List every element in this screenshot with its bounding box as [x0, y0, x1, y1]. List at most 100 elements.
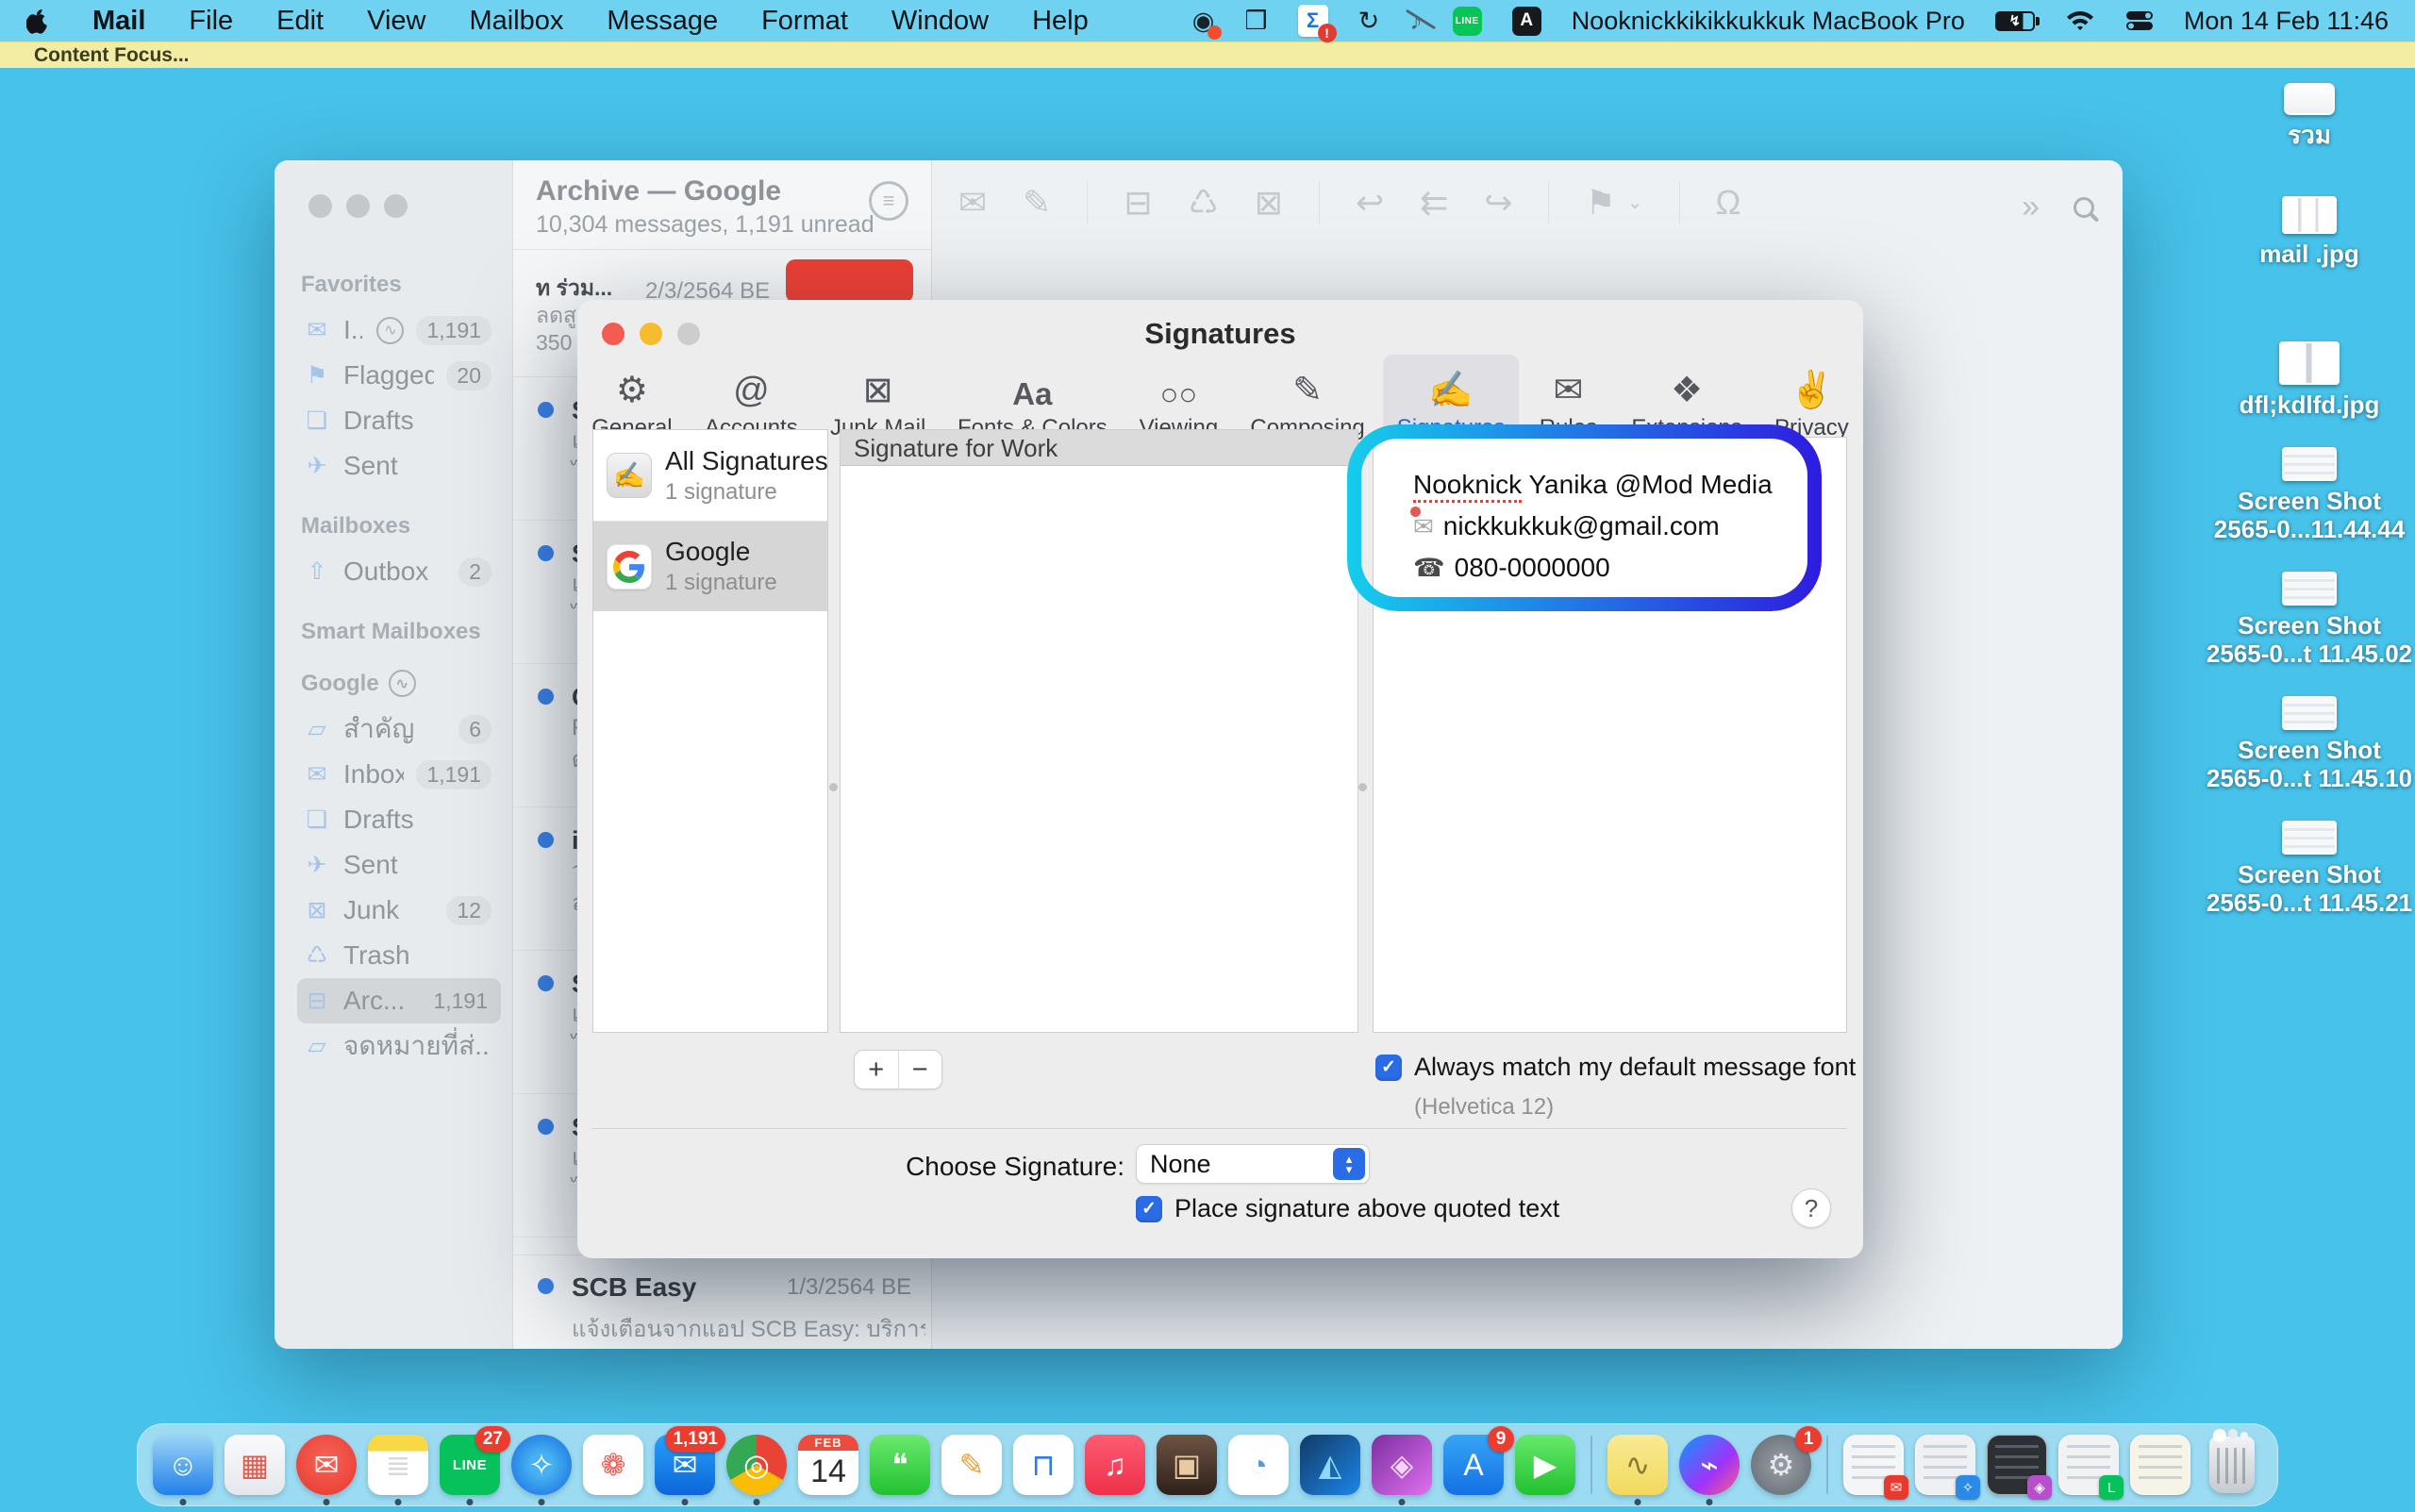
signature-group-google[interactable]: Google 1 signature — [593, 521, 827, 611]
desktop-file-screenshot-3[interactable]: Screen Shot 2565-0...t 11.45.10 — [2207, 696, 2412, 792]
dock-min-window-line[interactable]: L — [2058, 1435, 2119, 1495]
sidebar-item-junk[interactable]: ⊠ Junk 12 — [297, 888, 501, 933]
dock-min-window-notes[interactable] — [2130, 1435, 2190, 1495]
layers-status-icon[interactable]: ❒ — [1244, 7, 1267, 36]
minimize-button[interactable] — [346, 194, 370, 218]
desktop-file-screenshot-4[interactable]: Screen Shot 2565-0...t 11.45.21 — [2207, 821, 2412, 917]
battery-icon[interactable]: ↯ — [1995, 11, 2035, 31]
dock-min-window-gmail[interactable]: ✉ — [1843, 1435, 1904, 1495]
message-row-scb-easy[interactable]: SCB Easy 1/3/2564 BE แจ้งเตือนจากแอป SCB… — [513, 1254, 931, 1349]
dock-pages[interactable]: ✎ — [941, 1435, 1002, 1495]
dock-notes[interactable]: ≣ — [368, 1435, 428, 1495]
menu-item[interactable]: Help — [1032, 6, 1089, 37]
flag-icon[interactable]: ⚑ — [1585, 186, 1615, 220]
sidebar-item-sent[interactable]: ✈ Sent — [297, 842, 501, 888]
forward-icon[interactable]: ↪ — [1484, 186, 1512, 220]
sidebar-item-trash[interactable]: ♺ Trash — [297, 933, 501, 978]
get-mail-icon[interactable]: ✉ — [958, 186, 987, 220]
menu-item[interactable]: Format — [761, 6, 848, 37]
panel-resize-handle[interactable] — [1358, 783, 1367, 791]
panel-resize-handle[interactable] — [829, 783, 838, 791]
zoom-button[interactable] — [384, 194, 408, 218]
desktop-file-ruam[interactable]: รวม — [2284, 83, 2335, 149]
sidebar-item-archive[interactable]: ⊟ Arc... 1,191 — [297, 978, 501, 1023]
toolbar-overflow-icon[interactable]: » — [2022, 189, 2040, 225]
dock-photo-booth[interactable]: ▣ — [1157, 1435, 1217, 1495]
dock-app-store[interactable]: A 9 — [1443, 1435, 1504, 1495]
wifi-icon[interactable] — [2065, 9, 2095, 32]
sidebar-item-drafts-favorite[interactable]: ❏ Drafts — [297, 398, 501, 443]
sidebar-item-sent-mail-thai[interactable]: ▱ จดหมายที่ส่... — [297, 1023, 501, 1069]
desktop-file-screenshot-1[interactable]: Screen Shot 2565-0...11.44.44 — [2214, 447, 2405, 543]
dock-finder[interactable]: ☺ — [153, 1435, 213, 1495]
input-source-icon[interactable]: A — [1512, 7, 1541, 36]
sync-app-status-icon[interactable]: Σ ! — [1298, 5, 1328, 37]
menu-item[interactable]: File — [189, 6, 233, 37]
dock-messenger[interactable]: ⌁ — [1679, 1435, 1740, 1495]
search-icon[interactable] — [2074, 197, 2094, 218]
dock-chrome[interactable]: ◎ — [726, 1435, 787, 1495]
screen-record-status-icon[interactable]: ◉ — [1192, 7, 1215, 36]
mute-icon[interactable]: ♪ — [1409, 7, 1423, 36]
flag-chevron-icon[interactable]: ⌄ — [1627, 193, 1643, 212]
sidebar-item-inbox[interactable]: ✉ Inbox 1,191 — [297, 752, 501, 797]
dock-keynote[interactable]: ⊓ — [1013, 1435, 1074, 1495]
delete-swipe-action[interactable] — [786, 259, 913, 303]
notifications-bell-icon[interactable]: Ω — [1716, 186, 1741, 220]
dock-photos[interactable]: ❁ — [583, 1435, 643, 1495]
close-button[interactable] — [308, 194, 332, 218]
sidebar-item-sent-favorite[interactable]: ✈ Sent — [297, 443, 501, 489]
sidebar-item-flagged[interactable]: ⚑ Flagged 20 — [297, 353, 501, 398]
place-signature-checkbox[interactable]: ✓ — [1136, 1196, 1162, 1222]
junk-icon[interactable]: ⊠ — [1255, 186, 1283, 220]
dock-min-window-affinity[interactable]: ◈ — [1987, 1435, 2047, 1495]
compose-icon[interactable]: ✎ — [1023, 186, 1051, 220]
trash-icon[interactable] — [2202, 1435, 2262, 1495]
add-signature-button[interactable]: + — [855, 1051, 899, 1088]
menu-app-name[interactable]: Mail — [92, 6, 145, 37]
sync-status-icon[interactable]: ∿ — [389, 670, 416, 697]
dock-music[interactable]: ♫ — [1085, 1435, 1145, 1495]
signature-name[interactable]: Signature for Work — [841, 430, 1357, 466]
dock-system-settings[interactable]: ⚙ 1 — [1751, 1435, 1811, 1495]
remove-signature-button[interactable]: − — [899, 1051, 942, 1088]
menu-item[interactable]: Mailbox — [469, 6, 563, 37]
dock-preview[interactable]: ◔ — [1228, 1435, 1289, 1495]
dock-safari[interactable]: ✧ — [511, 1435, 572, 1495]
sidebar-item-important[interactable]: ▱ สำคัญ 6 — [297, 706, 501, 752]
menu-item[interactable]: View — [367, 6, 425, 37]
apple-menu-icon[interactable] — [26, 8, 49, 34]
dock-launchpad[interactable]: ▦ — [225, 1435, 285, 1495]
sync-spinner-icon[interactable]: ↻ — [1358, 7, 1380, 36]
menu-item[interactable]: Edit — [276, 6, 324, 37]
dock-gmail[interactable]: ✉ — [296, 1435, 357, 1495]
menu-clock[interactable]: Mon 14 Feb 11:46 — [2184, 7, 2389, 36]
choose-signature-dropdown[interactable]: None ▴▾ — [1136, 1144, 1370, 1184]
desktop-file-dflkdlfd-jpg[interactable]: dfl;kdlfd.jpg — [2240, 341, 2380, 419]
filter-icon[interactable]: ≡ — [869, 181, 908, 221]
dock-affinity-designer[interactable]: ◭ — [1300, 1435, 1360, 1495]
reply-icon[interactable]: ↩ — [1356, 186, 1384, 220]
archive-icon[interactable]: ⊟ — [1124, 186, 1152, 220]
help-button[interactable]: ? — [1791, 1188, 1831, 1228]
menu-item[interactable]: Window — [891, 6, 989, 37]
trash-icon[interactable]: ♺ — [1189, 186, 1219, 220]
match-font-checkbox[interactable]: ✓ — [1375, 1055, 1402, 1081]
sidebar-item-outbox[interactable]: ⇧ Outbox 2 — [297, 549, 501, 594]
dock-line[interactable]: LINE 27 — [440, 1435, 500, 1495]
dock-messages[interactable]: ❝ — [870, 1435, 930, 1495]
dock-min-window-safari[interactable]: ✧ — [1915, 1435, 1975, 1495]
dock-calendar[interactable]: FEB 14 — [798, 1435, 858, 1495]
dock-facetime[interactable]: ▶ — [1515, 1435, 1575, 1495]
dock-stickies[interactable]: ∿ — [1607, 1435, 1668, 1495]
dock-mail[interactable]: ✉ 1,191 — [655, 1435, 715, 1495]
desktop-file-screenshot-2[interactable]: Screen Shot 2565-0...t 11.45.02 — [2207, 572, 2412, 668]
control-center-icon[interactable] — [2125, 10, 2154, 31]
reply-all-icon[interactable]: ⇇ — [1420, 186, 1448, 220]
line-status-icon[interactable]: LINE — [1453, 7, 1482, 36]
menu-item[interactable]: Message — [607, 6, 718, 37]
sidebar-item-inbox-favorite[interactable]: ✉ I... ∿ 1,191 — [297, 307, 501, 353]
desktop-file-mail-jpg[interactable]: mail .jpg — [2259, 196, 2358, 268]
sidebar-item-drafts[interactable]: ❏ Drafts — [297, 797, 501, 842]
dock-affinity-photo[interactable]: ◈ — [1372, 1435, 1432, 1495]
